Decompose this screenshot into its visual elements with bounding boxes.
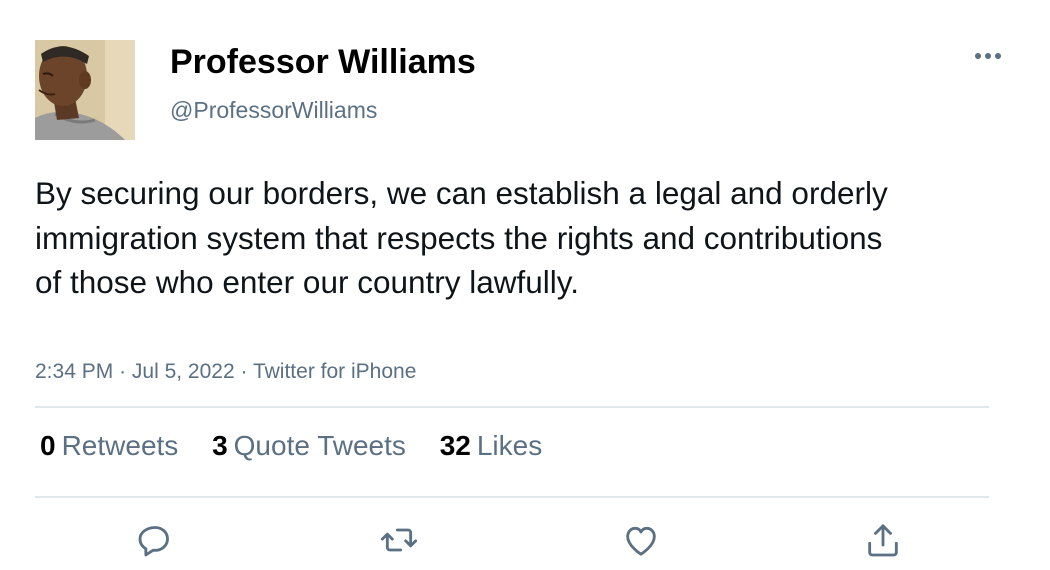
more-horizontal-icon	[975, 53, 1001, 59]
meta-separator: ·	[240, 360, 248, 383]
quote-tweets-count: 3	[212, 430, 228, 461]
tweet-stats: 0 Retweets 3 Quote Tweets 32 Likes	[40, 430, 568, 462]
user-handle[interactable]: @ProfessorWilliams	[170, 97, 377, 124]
tweet-card: Professor Williams @ProfessorWilliams By…	[0, 0, 1050, 570]
reply-icon	[138, 526, 169, 557]
tweet-text: By securing our borders, we can establis…	[35, 175, 888, 300]
avatar[interactable]	[35, 40, 135, 140]
retweets-count: 0	[40, 430, 56, 461]
profile-photo-icon	[35, 40, 135, 140]
quote-tweets-stat[interactable]: 3 Quote Tweets	[212, 430, 406, 461]
retweet-icon	[380, 528, 418, 552]
like-icon	[626, 526, 656, 556]
reply-button[interactable]	[133, 518, 177, 562]
retweet-button[interactable]	[377, 518, 421, 562]
divider	[35, 496, 989, 498]
quote-tweets-label: Quote Tweets	[233, 430, 406, 461]
display-name[interactable]: Professor Williams	[170, 43, 476, 82]
tweet-metadata: 2:34 PM · Jul 5, 2022 · Twitter for iPho…	[35, 360, 416, 384]
likes-label: Likes	[476, 430, 543, 461]
likes-count: 32	[439, 430, 471, 461]
retweets-label: Retweets	[61, 430, 179, 461]
tweet-date[interactable]: Jul 5, 2022	[132, 360, 235, 383]
more-options-button[interactable]	[968, 40, 1008, 70]
share-icon	[868, 524, 898, 557]
meta-separator: ·	[119, 360, 127, 383]
tweet-time[interactable]: 2:34 PM	[35, 360, 113, 383]
divider	[35, 406, 989, 408]
share-button[interactable]	[861, 518, 905, 562]
tweet-source[interactable]: Twitter for iPhone	[253, 360, 416, 383]
retweets-stat[interactable]: 0 Retweets	[40, 430, 178, 461]
like-button[interactable]	[619, 518, 663, 562]
likes-stat[interactable]: 32 Likes	[440, 430, 543, 461]
